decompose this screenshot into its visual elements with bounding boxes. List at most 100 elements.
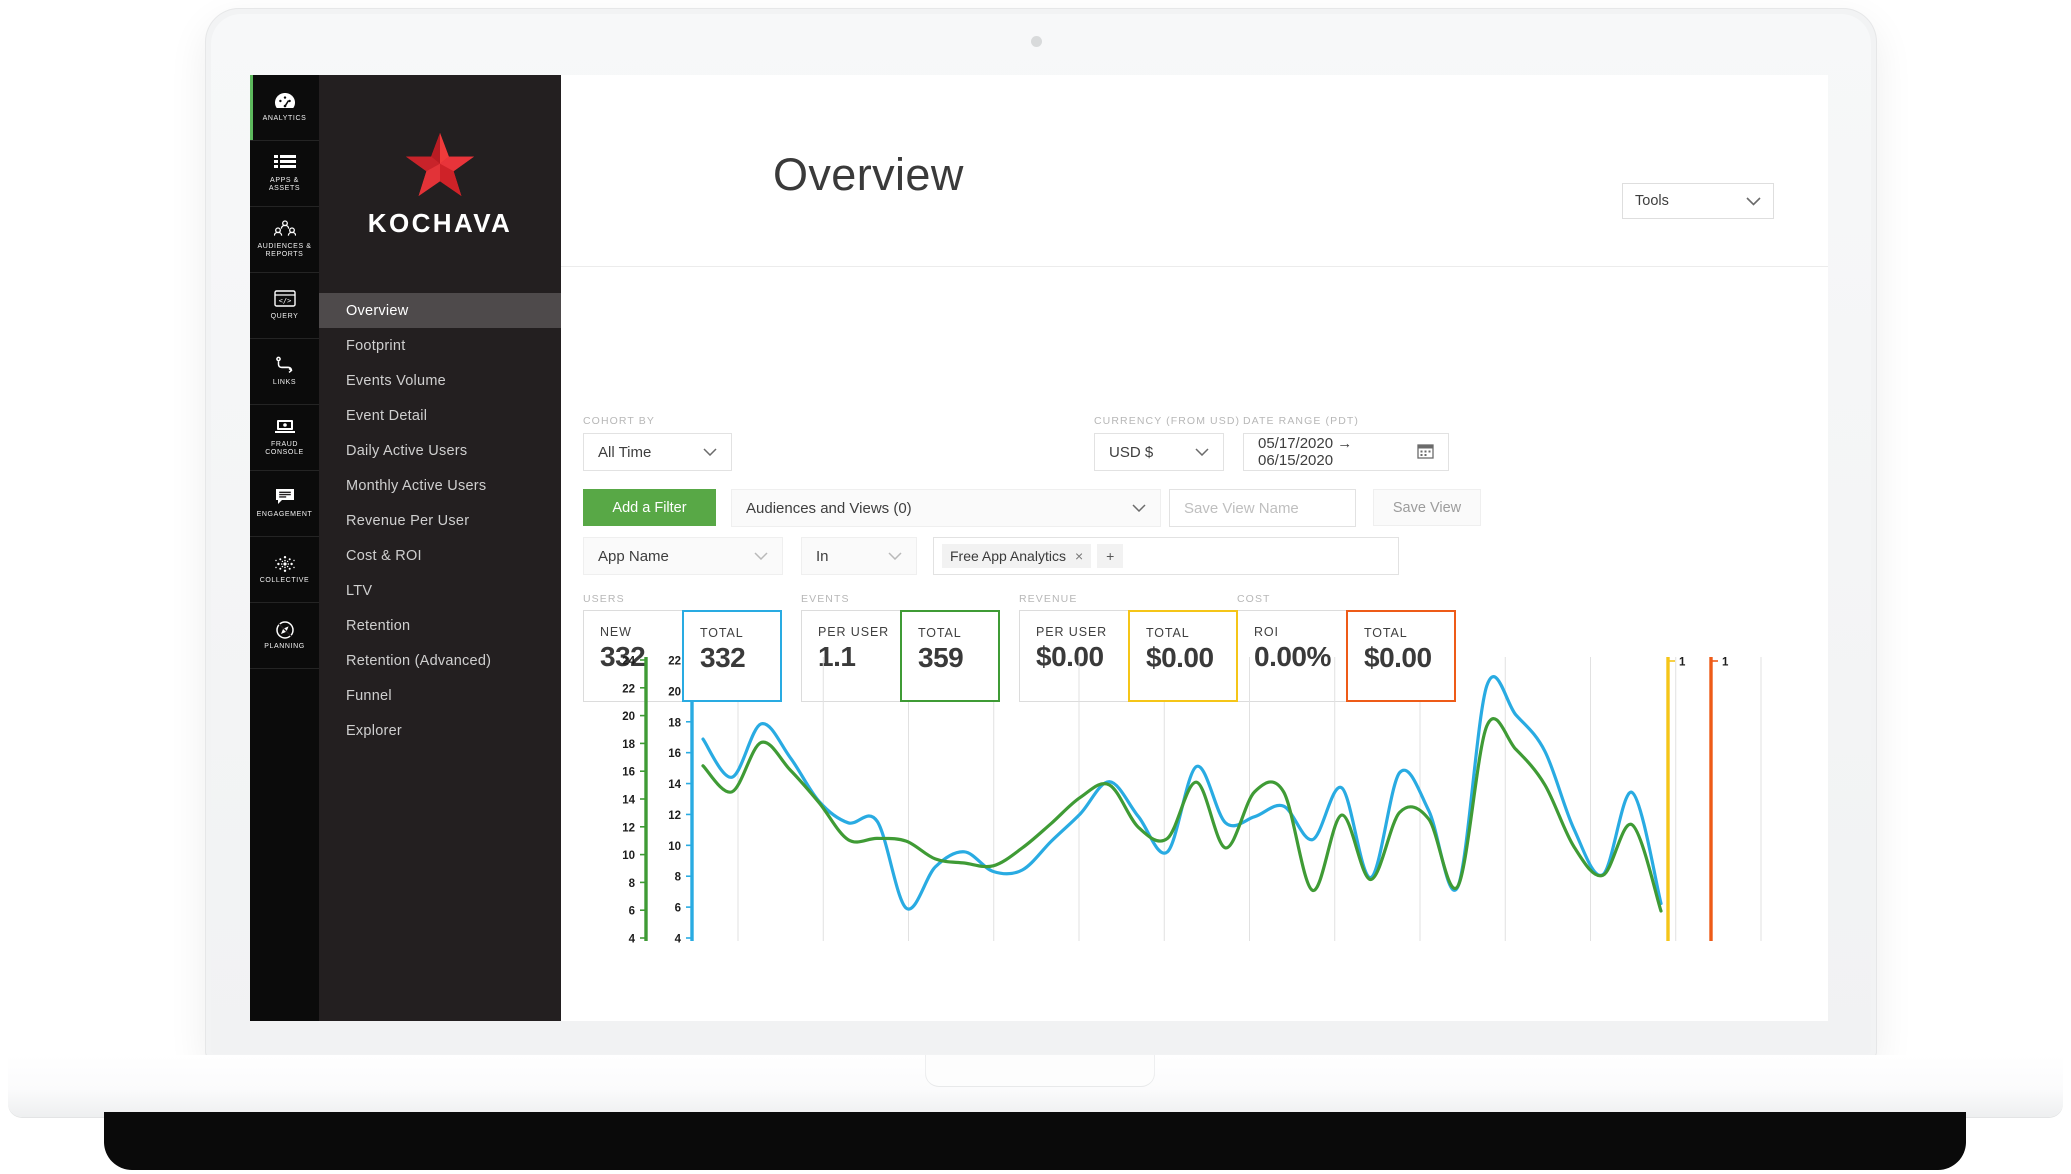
sidebar-item-monthly-active-users[interactable]: Monthly Active Users xyxy=(319,468,561,503)
sidebar-item-retention[interactable]: Retention xyxy=(319,608,561,643)
chart-axis-tick-label: 8 xyxy=(675,872,682,884)
sidebar-item-overview[interactable]: Overview xyxy=(319,293,561,328)
chart-series-line xyxy=(701,717,1663,913)
chart-axis-tick-label: 14 xyxy=(622,795,635,807)
page-topbar: Overview Tools xyxy=(561,75,1828,267)
add-token-button[interactable]: + xyxy=(1097,544,1124,568)
kpi-card[interactable]: TOTAL 332 xyxy=(682,610,782,702)
sidebar-item-retention-advanced[interactable]: Retention (Advanced) xyxy=(319,643,561,678)
svg-text:</>: </> xyxy=(278,297,291,305)
sidebar-item-label: Explorer xyxy=(346,722,402,739)
chart-axis-tick-label: 22 xyxy=(622,683,635,695)
chart-y-axis-cost-total: 1 xyxy=(1709,657,1729,941)
save-view-button[interactable]: Save View xyxy=(1373,489,1481,526)
rail-item-label: Links xyxy=(272,378,297,386)
chart-axis-tick-label: 12 xyxy=(622,822,635,834)
add-filter-button[interactable]: Add a Filter xyxy=(583,489,716,526)
sidebar-item-events-volume[interactable]: Events Volume xyxy=(319,363,561,398)
tools-dropdown[interactable]: Tools xyxy=(1622,183,1774,219)
kpi-card-label: PER USER xyxy=(818,625,890,639)
cohort-by-value: All Time xyxy=(598,443,652,461)
rail-item-links[interactable]: Links xyxy=(250,339,319,405)
kpi-card-label: PER USER xyxy=(1036,625,1108,639)
sidebar-item-revenue-per-user[interactable]: Revenue Per User xyxy=(319,503,561,538)
audiences-and-views-value: Audiences and Views (0) xyxy=(746,499,912,517)
save-view-name-placeholder: Save View Name xyxy=(1184,499,1299,517)
chart-axis-tick-label: 16 xyxy=(668,748,681,760)
sidebar-item-label: Retention xyxy=(346,617,411,634)
kpi-card[interactable]: TOTAL 359 xyxy=(900,610,1000,702)
rail-item-label: Engagement xyxy=(256,510,313,518)
sidebar-item-label: LTV xyxy=(346,582,373,599)
chart-axis-tick-label: 1 xyxy=(1679,657,1686,669)
rail-item-planning[interactable]: Planning xyxy=(250,603,319,669)
chart-axis-tick-label: 1 xyxy=(1722,657,1729,669)
rail-item-analytics[interactable]: Analytics xyxy=(250,75,319,141)
chevron-down-icon xyxy=(1746,196,1761,206)
chart-axis-tick-label: 20 xyxy=(668,686,681,698)
cohort-by-label: COHORT BY xyxy=(583,415,655,427)
sidebar-item-daily-active-users[interactable]: Daily Active Users xyxy=(319,433,561,468)
filter-operator-value: In xyxy=(816,547,829,565)
kpi-card[interactable]: TOTAL $0.00 xyxy=(1128,610,1238,702)
filter-operator-select[interactable]: In xyxy=(801,537,917,575)
compass-icon xyxy=(274,620,296,640)
sidebar-item-footprint[interactable]: Footprint xyxy=(319,328,561,363)
rail-item-fraud-console[interactable]: Fraud Console xyxy=(250,405,319,471)
brand-block: KOCHAVA xyxy=(319,75,561,293)
sidebar-item-label: Retention (Advanced) xyxy=(346,652,492,669)
kpi-card-label: TOTAL xyxy=(1364,626,1408,640)
chevron-down-icon xyxy=(888,552,902,560)
rail-item-engagement[interactable]: Engagement xyxy=(250,471,319,537)
rail-item-audiences-reports[interactable]: Audiences & Reports xyxy=(250,207,319,273)
audiences-and-views-select[interactable]: Audiences and Views (0) xyxy=(731,489,1161,527)
screenshot-stage: Analytics Apps & Assets Audiences & Report… xyxy=(0,0,2071,1174)
code-window-icon: </> xyxy=(273,290,296,310)
sidebar-item-label: Funnel xyxy=(346,687,392,704)
list-icon xyxy=(273,154,296,174)
sidebar-item-cost-roi[interactable]: Cost & ROI xyxy=(319,538,561,573)
filter-field-select[interactable]: App Name xyxy=(583,537,783,575)
sidebar-item-funnel[interactable]: Funnel xyxy=(319,678,561,713)
date-range-picker[interactable]: 05/17/2020 → 06/15/2020 xyxy=(1243,433,1449,471)
cohort-by-select[interactable]: All Time xyxy=(583,433,732,471)
sidebar-item-ltv[interactable]: LTV xyxy=(319,573,561,608)
page-title: Overview xyxy=(773,149,964,200)
chart-series-line xyxy=(701,675,1663,911)
rail-item-label: Audiences & Reports xyxy=(257,242,312,259)
rail-item-collective[interactable]: Collective xyxy=(250,537,319,603)
currency-label: CURRENCY (FROM USD) xyxy=(1094,415,1241,427)
kpi-card-label: NEW xyxy=(600,625,632,639)
rail-item-query[interactable]: </> Query xyxy=(250,273,319,339)
save-view-name-input[interactable]: Save View Name xyxy=(1169,489,1356,527)
link-path-icon xyxy=(274,356,296,376)
filter-value-tokenbox[interactable]: Free App Analytics × + xyxy=(933,537,1399,575)
chart-axis-tick-label: 6 xyxy=(675,903,681,915)
calendar-icon xyxy=(1417,442,1434,463)
sidebar-item-label: Revenue Per User xyxy=(346,512,470,529)
currency-select[interactable]: USD $ xyxy=(1094,433,1224,471)
kpi-card[interactable]: TOTAL $0.00 xyxy=(1346,610,1456,702)
chart-y-axis-events-total: 24 22 20 18 16 14 12 10 8 6 4 xyxy=(622,656,648,946)
kochava-star-logo-icon xyxy=(403,130,477,202)
sidebar-item-explorer[interactable]: Explorer xyxy=(319,713,561,748)
message-icon xyxy=(274,488,296,508)
chart-axis-tick-label: 14 xyxy=(668,779,681,791)
network-icon xyxy=(274,554,296,574)
rail-item-label: Query xyxy=(270,312,299,320)
chart-axis-tick-label: 4 xyxy=(675,934,682,946)
chart-axis-tick-label: 24 xyxy=(622,656,635,668)
sidebar-item-label: Footprint xyxy=(346,337,406,354)
chart-axis-tick-label: 10 xyxy=(622,850,635,862)
laptop-base-notch xyxy=(925,1055,1155,1087)
close-icon[interactable]: × xyxy=(1075,548,1083,564)
chart-axis-tick-label: 12 xyxy=(668,810,681,822)
main-content: Overview Tools COHORT BY All Time CURREN… xyxy=(561,75,1828,1021)
tools-dropdown-label: Tools xyxy=(1635,193,1669,209)
filter-token-label: Free App Analytics xyxy=(950,548,1066,564)
sidebar-item-event-detail[interactable]: Event Detail xyxy=(319,398,561,433)
chart-axis-tick-label: 22 xyxy=(668,656,681,668)
rail-item-label: Analytics xyxy=(262,114,307,122)
rail-item-apps-assets[interactable]: Apps & Assets xyxy=(250,141,319,207)
kpi-card-value: $0.00 xyxy=(1146,642,1214,673)
